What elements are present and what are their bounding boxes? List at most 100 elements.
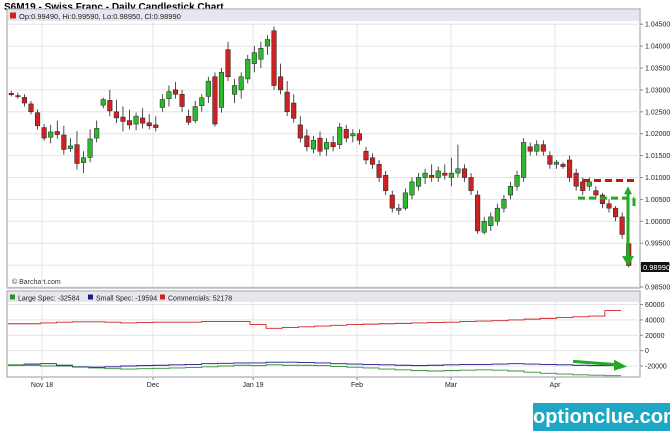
candle-body [435, 170, 441, 178]
cot-tick-label: 0 [645, 348, 649, 355]
candle-body [507, 186, 514, 196]
candle-body [330, 142, 336, 148]
candle-body [212, 76, 218, 125]
candle-body [186, 115, 192, 123]
candle-body [376, 164, 382, 178]
candle-body [15, 95, 21, 97]
candle-body [389, 194, 395, 209]
candle-body [297, 124, 303, 139]
price-tick-label: 1.01000 [645, 175, 670, 182]
legend-swatch-large [10, 294, 15, 300]
cot-tick-label: -20000 [645, 364, 667, 371]
price-tick-label: 1.02500 [645, 109, 670, 116]
candle-body [429, 175, 435, 178]
candle-body [284, 91, 290, 113]
legend-swatch-commercials [160, 294, 165, 300]
candle-body [586, 181, 592, 187]
candle-body [232, 85, 238, 95]
candle-body [133, 115, 139, 125]
price-tick-label: 1.02000 [645, 131, 670, 138]
candle-body [153, 124, 159, 128]
candle-body [126, 120, 133, 126]
candle-body [553, 161, 560, 165]
cot-tick-label: 40000 [645, 317, 665, 324]
candle-body [87, 138, 93, 158]
candle-body [100, 99, 106, 106]
candle-body [304, 135, 310, 148]
candle-body [442, 172, 448, 176]
cot-axis: 60000 40000 20000 0 -20000 [640, 302, 667, 371]
ohlc-label: Op:0.99490, Hi:0.99590, Lo:0.98950, Cl:0… [19, 12, 181, 21]
date-tick-label: Mar [445, 382, 458, 389]
copyright-label: © Barchart.com [12, 278, 61, 286]
brand-watermark: optionclue.com [533, 403, 670, 431]
candle-body [580, 181, 586, 191]
candle-body [258, 48, 264, 60]
candle-body [409, 181, 415, 196]
candle-body [225, 49, 231, 78]
candle-body [422, 172, 428, 178]
price-tick-label: 1.00000 [645, 219, 670, 226]
price-tick-label: 0.99500 [645, 241, 670, 248]
date-tick-label: Dec [147, 382, 160, 389]
candle-body [494, 207, 500, 222]
date-tick-label: Feb [351, 382, 363, 389]
candle-body [140, 117, 146, 124]
legend-swatch-small [88, 294, 93, 300]
price-axis: 1.04500 1.04000 1.03500 1.03000 1.02500 1.020… [640, 22, 670, 292]
candle-body [166, 91, 172, 99]
chart-window: S6M19 - Swiss Franc - Daily Candlestick … [0, 0, 670, 431]
price-tick-label: 1.00500 [645, 197, 670, 204]
candle-body [501, 199, 507, 209]
candle-body [172, 89, 179, 95]
candle-body [67, 145, 73, 149]
candle-body [415, 177, 422, 187]
candle-body [363, 150, 369, 161]
candle-body [396, 207, 402, 211]
legend-label-small: Small Spec: -19594 [96, 296, 157, 303]
cot-legend: Large Spec: -32584 Small Spec: -19594 Comm… [10, 294, 232, 303]
price-tick-label: 1.04500 [645, 22, 670, 29]
candle-body [337, 126, 343, 145]
candle-body [35, 112, 41, 127]
cot-tick-label: 60000 [645, 302, 665, 309]
date-tick-label: Nov 18 [31, 382, 53, 389]
legend-label-large: Large Spec: -32584 [18, 296, 80, 303]
candle-body [61, 134, 67, 150]
candle-body [593, 190, 599, 196]
price-tick-label: 1.03500 [645, 65, 670, 72]
candle-body [448, 172, 454, 178]
candle-body [619, 216, 625, 235]
candle-body [573, 172, 579, 187]
candle-body [179, 94, 185, 107]
candle-body [41, 127, 47, 139]
candle-body [461, 168, 468, 178]
candle-body [343, 129, 349, 139]
candle-body [310, 140, 316, 150]
candle-body [199, 97, 205, 106]
candle-body [113, 111, 119, 119]
candle-body [514, 175, 520, 187]
candle-body [527, 146, 533, 152]
price-tick-label: 0.98500 [645, 285, 670, 292]
ohlc-swatch [10, 12, 16, 19]
candle-body [540, 144, 546, 152]
candle-body [74, 144, 80, 164]
candle-body [264, 39, 271, 47]
candle-body [251, 52, 257, 64]
candle-body [218, 72, 225, 108]
candle-body [560, 164, 566, 167]
candle-body [278, 76, 284, 91]
candle-body [54, 131, 60, 135]
candle-body [547, 155, 553, 165]
candle-body [159, 99, 165, 108]
candle-body [291, 102, 297, 119]
candle-body [468, 177, 474, 191]
candle-body [350, 133, 356, 137]
candle-body [481, 221, 487, 233]
candle-body [28, 103, 34, 113]
date-axis: Nov 18 Dec Jan 19 Feb Mar Apr [31, 377, 561, 389]
cot-tick-label: 20000 [645, 333, 665, 340]
candle-body [205, 80, 211, 97]
candle-body [192, 106, 198, 121]
